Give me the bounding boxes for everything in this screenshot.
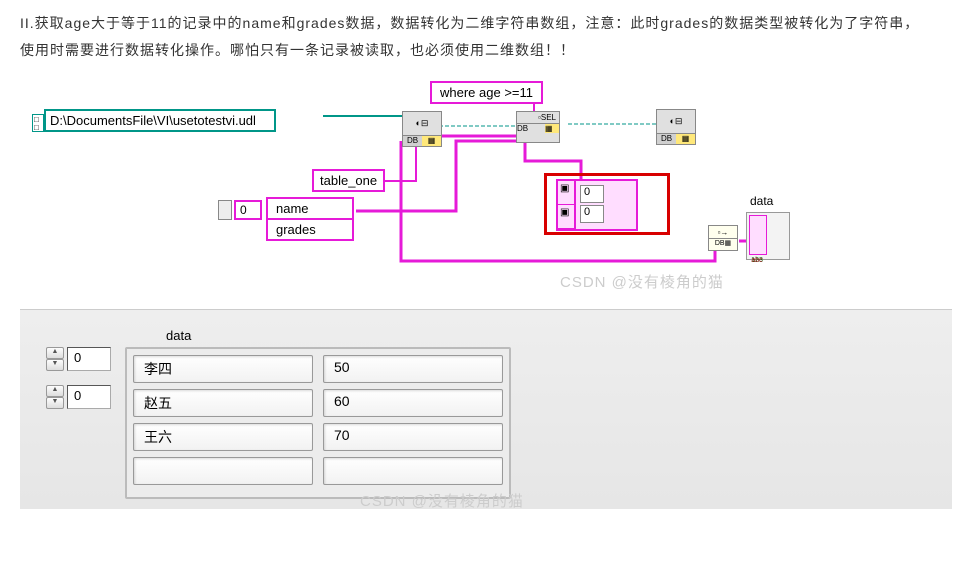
arr-idx-1: 0 [580, 205, 604, 223]
cell-empty[interactable] [323, 457, 503, 485]
idx-arrow-ctrl [218, 200, 232, 220]
spin-down-icon[interactable]: ▼ [46, 397, 64, 409]
arr-idx-0: 0 [580, 185, 604, 203]
data-indicator-label: data [750, 194, 773, 208]
spin-down-icon[interactable]: ▼ [46, 359, 64, 371]
path-type-tag: □□ [32, 114, 44, 132]
cell-name[interactable]: 赵五 [133, 389, 313, 417]
cell-empty[interactable] [133, 457, 313, 485]
udl-path-box: □□ D:\DocumentsFile\VI\usetotestvi.udl [44, 109, 276, 132]
cell-grade[interactable]: 70 [323, 423, 503, 451]
db-open-node: ◐⊟DB▦ [402, 111, 442, 147]
cell-grade[interactable]: 60 [323, 389, 503, 417]
col-index-value[interactable]: 0 [67, 385, 111, 409]
cell-name[interactable]: 王六 [133, 423, 313, 451]
db-select-node: ▫SEL DB▦ [516, 111, 560, 143]
table-name-box: table_one [312, 169, 385, 192]
columns-array: name grades [266, 197, 354, 241]
spin-up-icon[interactable]: ▲ [46, 385, 64, 397]
convert-node: ▫→ DB▦ [708, 225, 738, 251]
row-index-spinner[interactable]: ▲▼ 0 [46, 347, 111, 371]
columns-index: 0 [234, 200, 262, 220]
data-table-label: data [166, 328, 926, 343]
data-grid: 李四 50 赵五 60 王六 70 [125, 347, 511, 499]
db-close-node: ◐⊟DB▦ [656, 109, 696, 145]
table-row: 赵五 60 [133, 389, 503, 417]
col-name: name [268, 199, 352, 220]
cell-name[interactable]: 李四 [133, 355, 313, 383]
array-2d-index: ▣▣ 0 0 [556, 179, 638, 231]
cell-grade[interactable]: 50 [323, 355, 503, 383]
watermark-1: CSDN @没有棱角的猫 [560, 271, 724, 292]
where-clause-box: where age >=11 [430, 81, 543, 104]
col-index-spinner[interactable]: ▲▼ 0 [46, 385, 111, 409]
instruction-text: II.获取age大于等于11的记录中的name和grades数据，数据转化为二维… [20, 10, 952, 63]
table-row: 王六 70 [133, 423, 503, 451]
table-row: 李四 50 [133, 355, 503, 383]
front-panel: data ▲▼ 0 ▲▼ 0 李四 50 赵五 60 王六 70 [20, 309, 952, 509]
data-indicator-terminal: 123 abc [746, 212, 790, 260]
row-index-value[interactable]: 0 [67, 347, 111, 371]
spin-up-icon[interactable]: ▲ [46, 347, 64, 359]
col-grades: grades [268, 220, 352, 239]
table-row [133, 457, 503, 485]
block-diagram: where age >=11 □□ D:\DocumentsFile\VI\us… [20, 81, 952, 301]
